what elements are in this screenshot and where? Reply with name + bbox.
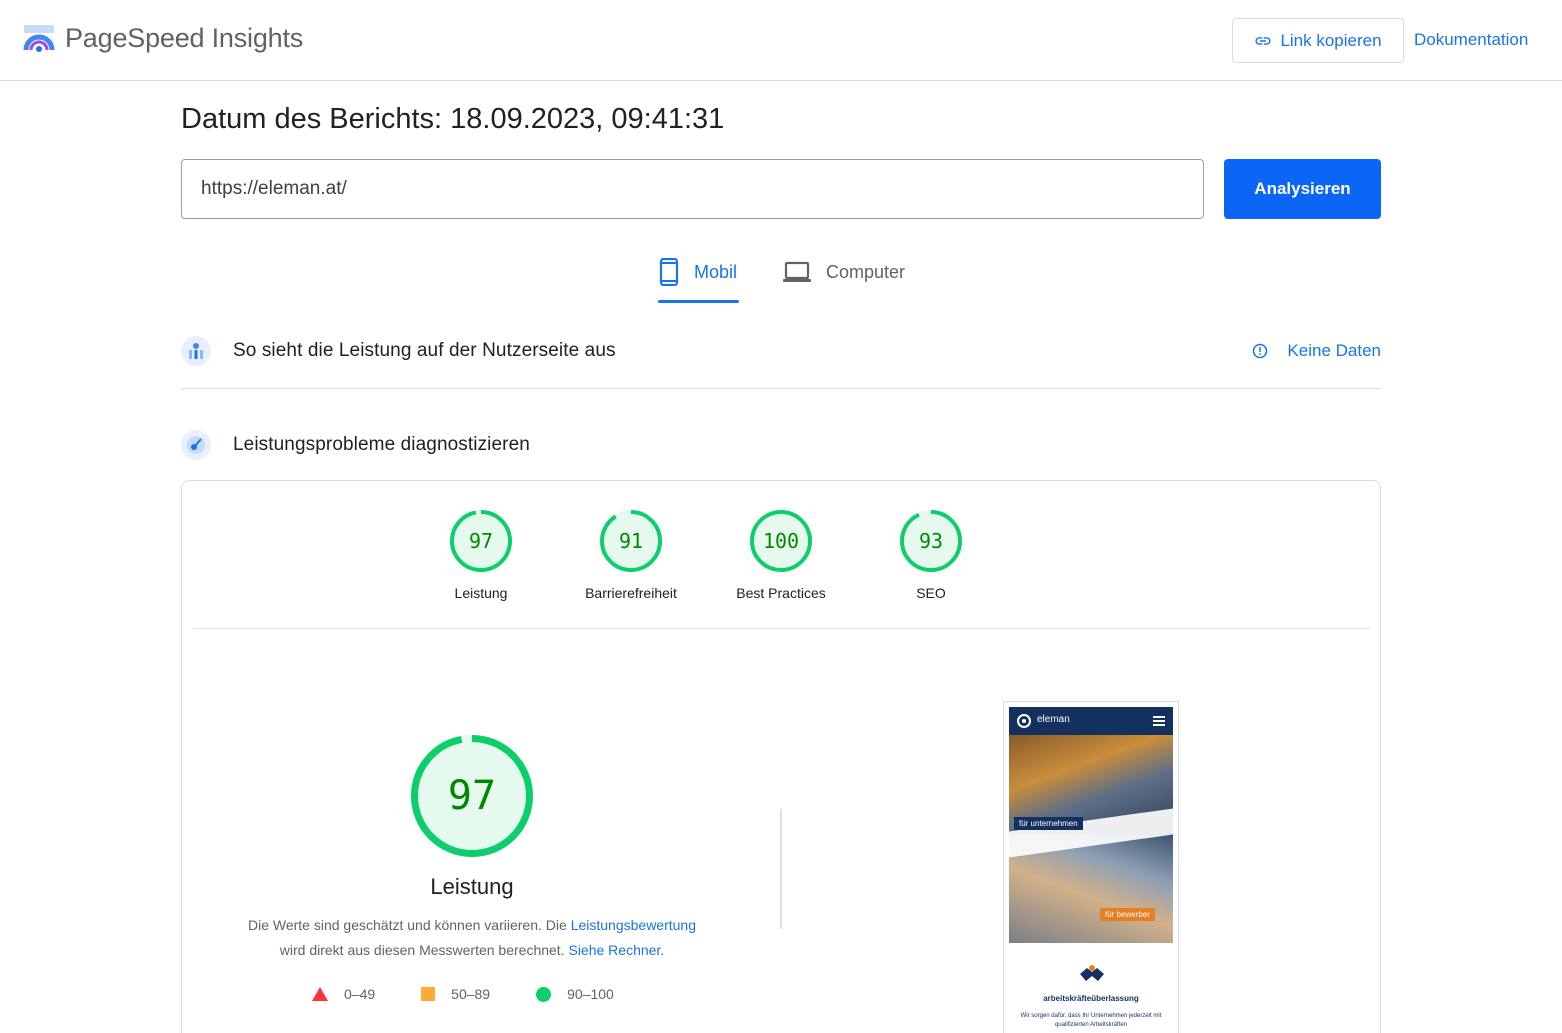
link-icon (1255, 36, 1271, 45)
performance-score-link[interactable]: Leistungsbewertung (571, 917, 696, 933)
legend-item-pass: 90–100 (536, 986, 614, 1002)
screenshot-brand: eleman (1037, 714, 1070, 725)
tab-mobile-label: Mobil (694, 261, 738, 282)
performance-description: Die Werte sind geschätzt und können vari… (222, 913, 722, 963)
analyze-button[interactable]: Analysieren (1224, 159, 1381, 219)
score-gauge-best-practices[interactable]: 100 Best Practices (706, 510, 856, 601)
diagnose-icon (181, 430, 211, 460)
gauge-ring: 91 (600, 510, 662, 572)
active-tab-indicator (658, 300, 739, 303)
square-icon (421, 987, 436, 1001)
hamburger-menu-icon (1153, 716, 1165, 726)
gauge-label: Best Practices (736, 585, 826, 601)
handshake-icon (1080, 965, 1104, 981)
triangle-icon (312, 987, 328, 1001)
report-date: Datum des Berichts: 18.09.2023, 09:41:31 (181, 103, 725, 135)
gauge-ring: 97 (450, 510, 512, 572)
score-gauge-seo[interactable]: 93 SEO (856, 510, 1006, 601)
gauge-score: 91 (618, 529, 644, 553)
legend-range-average: 50–89 (451, 986, 491, 1002)
copy-link-button[interactable]: Link kopieren (1232, 18, 1404, 63)
screenshot-tag-applicants: für bewerber (1100, 908, 1155, 921)
smartphone-icon (659, 258, 679, 286)
gauge-score: 100 (762, 529, 800, 553)
gauge-ring: 93 (900, 510, 962, 572)
copy-link-label: Link kopieren (1280, 30, 1382, 50)
score-gauge-barrierefreiheit[interactable]: 91 Barrierefreiheit (556, 510, 706, 601)
field-data-title: So sieht die Leistung auf der Nutzerseit… (233, 340, 616, 361)
gauge-score: 97 (468, 529, 494, 553)
performance-label: Leistung (430, 874, 514, 899)
field-data-section: So sieht die Leistung auf der Nutzerseit… (181, 333, 1381, 369)
vertical-separator (780, 809, 782, 929)
tab-mobile[interactable]: Mobil (658, 252, 737, 292)
screenshot-text: Wir sorgen dafür, dass Ihr Unternehmen j… (1020, 1013, 1162, 1028)
user-experience-icon (181, 336, 211, 366)
brand-logo-icon (1017, 714, 1031, 728)
gauge-label: Leistung (454, 585, 508, 601)
no-data-label: Keine Daten (1287, 341, 1381, 360)
screenshot-tag-companies: für unternehmen (1014, 817, 1083, 830)
gauge-label: SEO (916, 585, 946, 601)
pagespeed-logo-icon (23, 25, 55, 52)
legend-range-fail: 0–49 (344, 986, 376, 1002)
page-screenshot[interactable]: eleman für unternehmen für bewerber arbe… (1003, 701, 1179, 1033)
tab-desktop-label: Computer (826, 261, 906, 282)
lab-data-section: Leistungsprobleme diagnostizieren (181, 427, 1381, 463)
tab-desktop[interactable]: Computer (782, 252, 905, 292)
documentation-link[interactable]: Dokumentation (1414, 30, 1528, 50)
legend-item-fail: 0–49 (312, 986, 375, 1002)
performance-score: 97 (447, 773, 497, 819)
circle-icon (536, 986, 552, 1002)
screenshot-heading: arbeitskräfteüberlassung (1043, 994, 1139, 1003)
gauge-label: Barrierefreiheit (585, 585, 677, 601)
section-divider (181, 388, 1381, 389)
no-data-status[interactable]: Keine Daten (1252, 341, 1381, 361)
lab-data-title: Leistungsprobleme diagnostizieren (233, 434, 530, 455)
score-legend: 0–49 50–89 90–100 (312, 986, 660, 1002)
gauge-score: 93 (918, 529, 944, 553)
app-logo[interactable]: PageSpeed Insights (22, 22, 303, 54)
calculator-link[interactable]: Siehe Rechner. (568, 942, 664, 958)
desc-text-2: wird direkt aus diesen Messwerten berech… (279, 942, 569, 958)
url-input[interactable] (181, 159, 1204, 219)
report-card: 97 Leistung 91 Barrierefreiheit 100 Best Prac… (181, 480, 1381, 1033)
legend-range-pass: 90–100 (567, 986, 614, 1002)
screenshot-navbar: eleman (1009, 707, 1173, 735)
laptop-icon (783, 261, 811, 282)
info-icon (1253, 343, 1268, 359)
top-bar: PageSpeed Insights Link kopieren Dokumen… (0, 0, 1562, 81)
desc-text-1: Die Werte sind geschätzt und können vari… (247, 917, 571, 933)
legend-item-average: 50–89 (421, 986, 490, 1002)
gauge-ring: 100 (750, 510, 812, 572)
app-title: PageSpeed Insights (65, 22, 304, 53)
score-gauge-leistung[interactable]: 97 Leistung (406, 510, 556, 601)
card-divider (193, 628, 1370, 629)
